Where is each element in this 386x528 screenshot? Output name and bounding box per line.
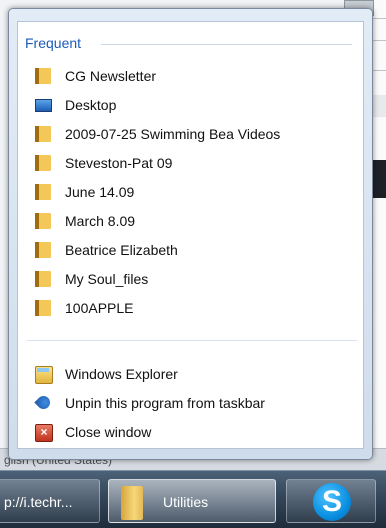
jump-item-label: CG Newsletter: [65, 68, 157, 84]
jump-item-swimming-videos[interactable]: 2009-07-25 Swimming Bea Videos: [27, 122, 357, 146]
jump-item-label: March 8.09: [65, 213, 136, 229]
jump-item-label: Beatrice Elizabeth: [65, 242, 178, 258]
jump-item-label: June 14.09: [65, 184, 135, 200]
folder-icon: [35, 68, 51, 84]
folder-icon: [35, 213, 51, 229]
desktop-icon: [35, 99, 52, 112]
divider: [27, 340, 357, 341]
jump-item-label: 100APPLE: [65, 300, 134, 316]
taskbar-item-browser[interactable]: p://i.techr...: [0, 479, 100, 523]
taskbar-item-skype[interactable]: S: [286, 479, 376, 523]
jump-item-label: Desktop: [65, 97, 117, 113]
task-windows-explorer[interactable]: Windows Explorer: [27, 362, 357, 386]
folder-icon: [35, 126, 51, 142]
jump-item-label: 2009-07-25 Swimming Bea Videos: [65, 126, 281, 142]
unpin-icon: [34, 393, 53, 412]
section-title: Frequent: [25, 35, 88, 51]
folder-icon: [35, 184, 51, 200]
task-label: Unpin this program from taskbar: [65, 395, 265, 411]
taskbar-item-label: p://i.techr...: [4, 494, 73, 510]
section-header-frequent: Frequent: [25, 35, 352, 53]
taskbar-item-utilities[interactable]: Utilities: [108, 479, 276, 523]
jump-item-100apple[interactable]: 100APPLE: [27, 296, 357, 320]
taskbar: p://i.techr... Utilities S: [0, 470, 386, 528]
task-unpin-from-taskbar[interactable]: Unpin this program from taskbar: [27, 391, 357, 415]
task-close-window[interactable]: × Close window: [27, 420, 357, 444]
jump-item-march[interactable]: March 8.09: [27, 209, 357, 233]
task-label: Windows Explorer: [65, 366, 178, 382]
taskbar-item-label: Utilities: [163, 494, 209, 510]
skype-icon: S: [313, 483, 351, 521]
divider: [101, 44, 352, 45]
jump-item-my-soul-files[interactable]: My Soul_files: [27, 267, 357, 291]
task-label: Close window: [65, 424, 152, 440]
windows-explorer-icon: [35, 366, 53, 384]
jump-list: Frequent CG Newsletter Desktop 2009-07-2…: [8, 8, 373, 460]
jump-item-beatrice[interactable]: Beatrice Elizabeth: [27, 238, 357, 262]
jump-item-label: Steveston-Pat 09: [65, 155, 173, 171]
jump-item-cg-newsletter[interactable]: CG Newsletter: [27, 64, 357, 88]
jump-item-steveston[interactable]: Steveston-Pat 09: [27, 151, 357, 175]
folder-icon: [35, 300, 51, 316]
folder-icon: [35, 242, 51, 258]
folder-icon: [121, 486, 143, 520]
jump-item-june[interactable]: June 14.09: [27, 180, 357, 204]
folder-icon: [35, 155, 51, 171]
jump-item-label: My Soul_files: [65, 271, 149, 287]
jump-item-desktop[interactable]: Desktop: [27, 93, 357, 117]
folder-icon: [35, 271, 51, 287]
close-window-icon: ×: [35, 424, 53, 442]
